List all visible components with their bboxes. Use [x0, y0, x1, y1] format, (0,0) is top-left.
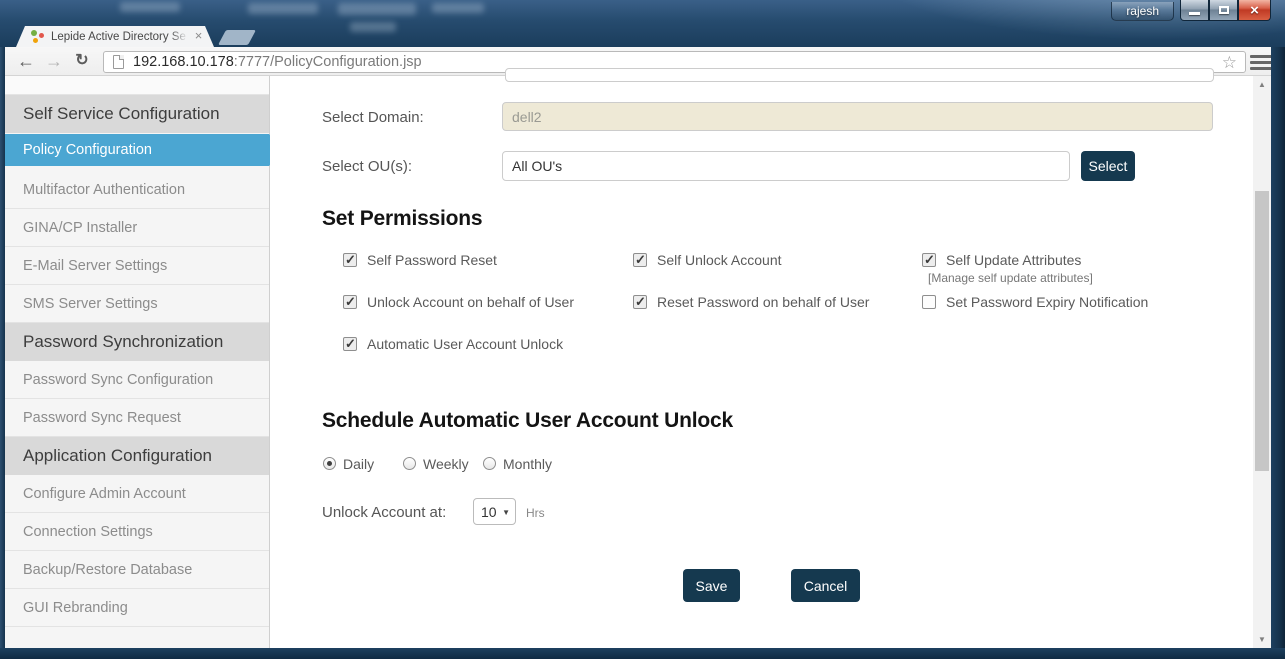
close-icon: × [1250, 3, 1259, 18]
url-path: :7777/PolicyConfiguration.jsp [234, 54, 422, 70]
minimize-icon [1189, 12, 1200, 15]
cancel-button[interactable]: Cancel [791, 569, 860, 602]
radio-weekly[interactable] [403, 457, 416, 470]
sidebar-nav: Self Service Configuration Policy Config… [5, 76, 270, 648]
select-domain-label: Select Domain: [322, 109, 424, 126]
checkbox-label: Self Update Attributes [946, 253, 1081, 268]
sidebar-item-connection-settings[interactable]: Connection Settings [5, 513, 269, 551]
domain-input [502, 102, 1213, 131]
checkbox-self-update-attributes[interactable] [922, 253, 936, 267]
unlock-hour-select[interactable]: 10 ▼ [473, 498, 516, 525]
desktop-artifact [120, 2, 180, 12]
sidebar-item-password-sync-request[interactable]: Password Sync Request [5, 399, 269, 437]
tab-close-icon[interactable]: × [191, 29, 206, 44]
scrollbar-down-icon[interactable]: ▼ [1253, 631, 1271, 648]
radio-monthly[interactable] [483, 457, 496, 470]
checkbox-label: Self Unlock Account [657, 253, 782, 268]
checkbox-label: Reset Password on behalf of User [657, 295, 869, 310]
page-icon [113, 55, 124, 69]
set-permissions-heading: Set Permissions [322, 207, 482, 231]
schedule-heading: Schedule Automatic User Account Unlock [322, 409, 733, 433]
sidebar-header-application-configuration: Application Configuration [5, 437, 269, 475]
checkbox-label: Set Password Expiry Notification [946, 295, 1148, 310]
radio-label-daily: Daily [343, 456, 374, 472]
maximize-button[interactable] [1209, 0, 1238, 21]
back-icon[interactable]: ← [12, 48, 40, 74]
select-ou-button[interactable]: Select [1081, 151, 1135, 181]
window-frame-left [0, 47, 5, 659]
sidebar-item-configure-admin-account[interactable]: Configure Admin Account [5, 475, 269, 513]
checkbox-self-password-reset[interactable] [343, 253, 357, 267]
checkbox-reset-on-behalf[interactable] [633, 295, 647, 309]
hrs-unit-label: Hrs [526, 506, 545, 520]
sidebar-item-gui-rebranding[interactable]: GUI Rebranding [5, 589, 269, 627]
radio-label-weekly: Weekly [423, 456, 469, 472]
close-button[interactable]: × [1238, 0, 1271, 21]
checkbox-label: Self Password Reset [367, 253, 497, 268]
bookmark-star-icon[interactable]: ☆ [1222, 52, 1237, 73]
cutoff-field-above-fold [505, 68, 1214, 82]
window-frame-bottom [0, 648, 1285, 659]
sidebar-item-sms-server-settings[interactable]: SMS Server Settings [5, 285, 269, 323]
ou-input[interactable] [502, 151, 1070, 181]
save-button[interactable]: Save [683, 569, 740, 602]
sidebar-item-gina-cp-installer[interactable]: GINA/CP Installer [5, 209, 269, 247]
window-frame-right [1271, 47, 1285, 659]
sidebar-item-multifactor-authentication[interactable]: Multifactor Authentication [5, 171, 269, 209]
sidebar-item-backup-restore-database[interactable]: Backup/Restore Database [5, 551, 269, 589]
unlock-account-at-label: Unlock Account at: [322, 504, 446, 521]
scrollbar-thumb[interactable] [1255, 191, 1269, 471]
maximize-icon [1219, 6, 1229, 14]
forward-icon[interactable]: → [40, 48, 68, 74]
scrollbar-up-icon[interactable]: ▲ [1253, 76, 1271, 93]
page-scrollbar[interactable]: ▲ ▼ [1253, 76, 1271, 648]
profile-user-button[interactable]: rajesh [1111, 2, 1174, 21]
reload-icon[interactable]: ↻ [68, 48, 96, 74]
checkbox-password-expiry-notification[interactable] [922, 295, 936, 309]
sidebar-header-password-sync: Password Synchronization [5, 323, 269, 361]
tab-title-fade [170, 26, 188, 47]
sidebar-item-policy-configuration[interactable]: Policy Configuration [5, 134, 269, 166]
checkbox-automatic-user-account-unlock[interactable] [343, 337, 357, 351]
desktop-artifact [350, 22, 396, 32]
policy-configuration-content: Select Domain: Select OU(s): Select Set … [270, 76, 1253, 648]
chrome-menu-icon[interactable] [1250, 52, 1272, 72]
radio-label-monthly: Monthly [503, 456, 552, 472]
lepide-favicon-icon [30, 29, 45, 44]
desktop-artifact [248, 3, 318, 14]
unlock-hour-dropdown[interactable]: 10 [474, 499, 515, 524]
desktop-artifact [432, 3, 484, 13]
window-caption-buttons: × [1180, 0, 1271, 21]
sidebar-item-email-server-settings[interactable]: E-Mail Server Settings [5, 247, 269, 285]
radio-daily[interactable] [323, 457, 336, 470]
manage-self-update-attributes-link[interactable]: [Manage self update attributes] [928, 271, 1093, 285]
url-text: 192.168.10.178:7777/PolicyConfiguration.… [133, 54, 422, 70]
page-viewport: Self Service Configuration Policy Config… [5, 76, 1271, 648]
sidebar-item-password-sync-configuration[interactable]: Password Sync Configuration [5, 361, 269, 399]
desktop-artifact [338, 3, 416, 15]
checkbox-unlock-on-behalf[interactable] [343, 295, 357, 309]
browser-tab[interactable]: Lepide Active Directory Se × [16, 26, 214, 47]
url-host: 192.168.10.178 [133, 54, 234, 70]
checkbox-label: Automatic User Account Unlock [367, 337, 563, 352]
minimize-button[interactable] [1180, 0, 1209, 21]
sidebar-item-partial [5, 76, 269, 95]
checkbox-self-unlock-account[interactable] [633, 253, 647, 267]
sidebar-header-self-service: Self Service Configuration [5, 95, 269, 133]
checkbox-label: Unlock Account on behalf of User [367, 295, 574, 310]
select-ou-label: Select OU(s): [322, 158, 412, 175]
